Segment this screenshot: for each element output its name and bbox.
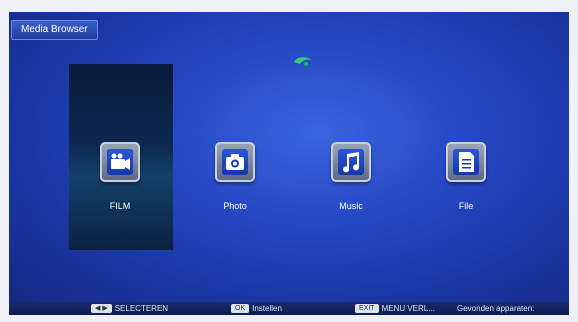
media-browser-screen: Media Browser FILM Photo Music File ◀ ▶ …	[9, 12, 569, 315]
select-hint: ◀ ▶ SELECTEREN	[91, 302, 168, 315]
window-title: Media Browser	[11, 20, 98, 40]
photo-camera-icon	[226, 154, 244, 170]
file-tile[interactable]	[446, 142, 486, 182]
ok-key-icon: OK	[231, 304, 250, 314]
film-camera-icon	[111, 153, 130, 170]
footer-hint-bar: ◀ ▶ SELECTEREN OK Instellen EXIT MENU VERL.…	[9, 302, 569, 315]
media-item-label: FILM	[109, 201, 131, 211]
photo-tile[interactable]	[215, 142, 255, 182]
media-item-label: Music	[339, 201, 363, 211]
exit-hint-label: MENU VERL...	[381, 304, 435, 313]
media-item-label: File	[458, 201, 474, 211]
film-tile[interactable]	[100, 142, 140, 182]
found-devices-label: Gevonden apparaten:	[457, 304, 535, 313]
document-icon	[459, 152, 474, 172]
ok-hint: OK Instellen	[231, 302, 282, 315]
loading-swoosh-icon	[294, 57, 312, 66]
music-note-icon	[343, 152, 360, 173]
exit-key-icon: EXIT	[355, 304, 379, 314]
media-item-label: Photo	[223, 201, 247, 211]
select-hint-label: SELECTEREN	[114, 304, 169, 313]
exit-hint: EXIT MENU VERL...	[355, 302, 435, 315]
music-tile[interactable]	[331, 142, 371, 182]
ok-hint-label: Instellen	[252, 304, 282, 313]
arrow-keys-icon: ◀ ▶	[91, 304, 112, 314]
